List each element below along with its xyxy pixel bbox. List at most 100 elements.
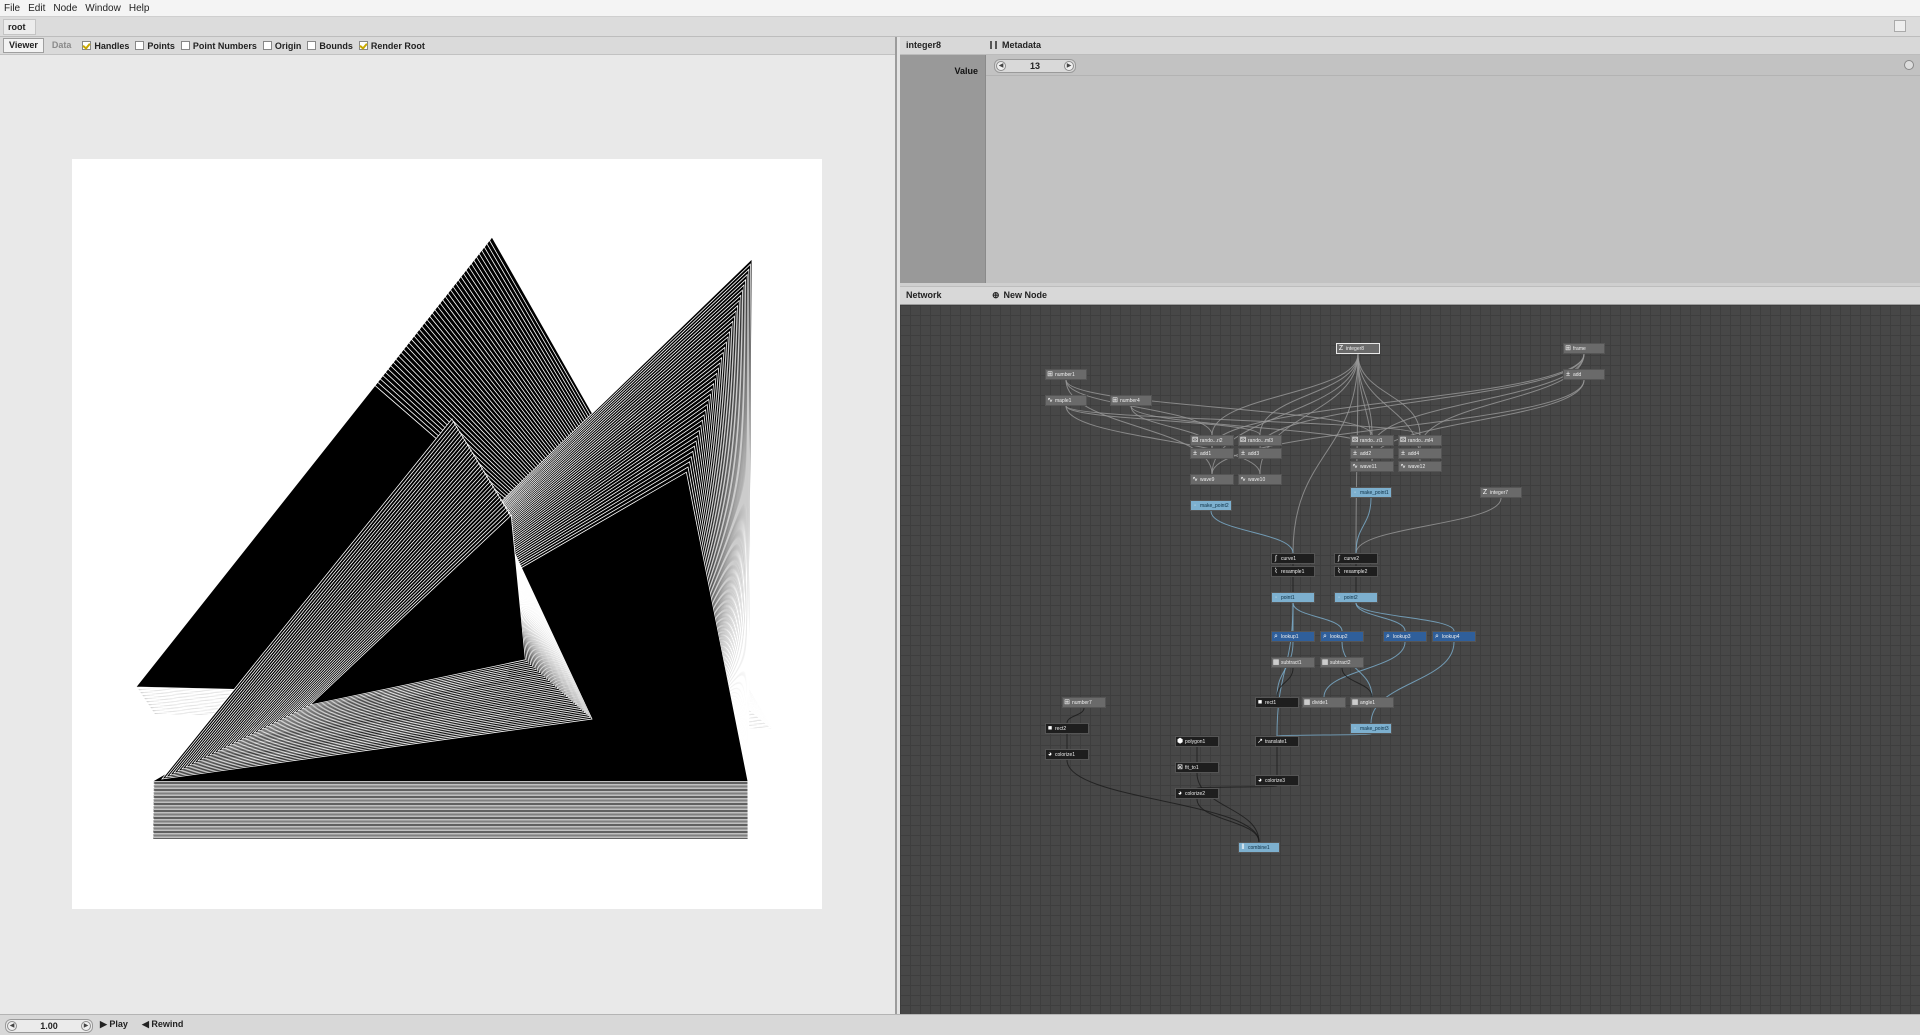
- node-rect2[interactable]: ■ rect2: [1045, 723, 1089, 734]
- tab-viewer[interactable]: Viewer: [3, 38, 44, 53]
- node-label: frame: [1573, 346, 1586, 352]
- node-label: lookup2: [1330, 634, 1348, 640]
- node-point1[interactable]: · point1: [1271, 592, 1315, 603]
- new-node-button[interactable]: ⊕ New Node: [992, 290, 1047, 301]
- node-label: add4: [1408, 451, 1420, 457]
- points-checkbox[interactable]: [135, 41, 145, 50]
- node-resample2[interactable]: ⌇ resample2: [1334, 566, 1378, 577]
- rewind-button[interactable]: ◀ Rewind: [142, 1019, 183, 1030]
- viewer-canvas[interactable]: [72, 159, 822, 909]
- bounds-checkbox[interactable]: [307, 41, 317, 50]
- node-maple1[interactable]: ∿ maple1: [1045, 395, 1087, 406]
- node-rando---ri2[interactable]: ⚄ rando...ri2: [1190, 435, 1234, 446]
- frame-increment-icon[interactable]: ▶: [81, 1021, 91, 1031]
- node-wave11[interactable]: ∿ wave11: [1350, 461, 1394, 472]
- node-divide1[interactable]: ▦ divide1: [1302, 697, 1346, 708]
- frame-decrement-icon[interactable]: ◀: [7, 1021, 17, 1031]
- subtract-icon: ▦: [1272, 659, 1280, 666]
- node-add[interactable]: ± add: [1563, 369, 1605, 380]
- node-label: maple1: [1055, 398, 1072, 404]
- render-root-checkbox[interactable]: [358, 41, 368, 50]
- option-point-numbers[interactable]: Point Numbers: [180, 41, 257, 51]
- node-label: number4: [1120, 398, 1140, 404]
- node-colorize3[interactable]: ◕ colorize3: [1255, 775, 1299, 786]
- option-points[interactable]: Points: [135, 41, 175, 51]
- node-lookup1[interactable]: ⌕ lookup1: [1271, 631, 1315, 642]
- node-wave12[interactable]: ∿ wave12: [1398, 461, 1442, 472]
- value-stepper[interactable]: 13 ◀ ▶: [994, 59, 1076, 73]
- tab-data[interactable]: Data: [47, 39, 77, 52]
- network-view[interactable]: Zinteger8 ⊞ frame ± add ⊞ number1 ∿ maple1 ⊞ numbe…: [900, 305, 1920, 1014]
- connection-wire: [1196, 772, 1260, 843]
- node-colorize1[interactable]: ◕ colorize1: [1045, 749, 1089, 760]
- menu-help[interactable]: Help: [125, 3, 154, 14]
- decrement-icon[interactable]: ◀: [996, 61, 1006, 71]
- node-number4[interactable]: ⊞ number4: [1110, 395, 1152, 406]
- node-add3[interactable]: ± add3: [1238, 448, 1282, 459]
- node-subtract1[interactable]: ▦ subtract1: [1271, 657, 1315, 668]
- option-bounds[interactable]: Bounds: [307, 41, 353, 51]
- node-frame[interactable]: ⊞ frame: [1563, 343, 1605, 354]
- node-curve2[interactable]: ∫ curve2: [1334, 553, 1378, 564]
- play-button[interactable]: ▶ Play: [100, 1019, 128, 1030]
- node-integer7[interactable]: Zinteger7: [1480, 487, 1522, 498]
- menu-window[interactable]: Window: [81, 3, 125, 14]
- value-field[interactable]: 13: [995, 60, 1075, 72]
- node-number7[interactable]: ⊞ number7: [1062, 697, 1106, 708]
- node-lookup3[interactable]: ⌕ lookup3: [1383, 631, 1427, 642]
- node-make-point2[interactable]: · make_point2: [1190, 500, 1232, 511]
- address-bar-button[interactable]: [1894, 20, 1906, 32]
- metadata-label: Metadata: [1002, 40, 1042, 50]
- menu-node[interactable]: Node: [49, 3, 81, 14]
- menu-file[interactable]: File: [0, 3, 24, 14]
- node-wave9[interactable]: ∿ wave9: [1190, 474, 1234, 485]
- node-make-point1[interactable]: · make_point1: [1350, 487, 1392, 498]
- node-polygon1[interactable]: ⬢ polygon1: [1175, 736, 1219, 747]
- node-lookup4[interactable]: ⌕ lookup4: [1432, 631, 1476, 642]
- breadcrumb-root[interactable]: root: [3, 19, 36, 35]
- node-rect1[interactable]: ■ rect1: [1255, 697, 1299, 708]
- node-fit-to1[interactable]: ⊠ fit_to1: [1175, 762, 1219, 773]
- node-wave10[interactable]: ∿ wave10: [1238, 474, 1282, 485]
- node-rando---ri1[interactable]: ⚄ rando...ri1: [1350, 435, 1394, 446]
- node-lookup2[interactable]: ⌕ lookup2: [1320, 631, 1364, 642]
- fit-icon: ⊠: [1177, 764, 1183, 771]
- node-translate1[interactable]: ↗ translate1: [1255, 736, 1299, 747]
- handles-checkbox[interactable]: [82, 41, 92, 50]
- node-colorize2[interactable]: ◕ colorize2: [1175, 788, 1219, 799]
- random-icon: ⚄: [1191, 437, 1199, 444]
- node-subtract2[interactable]: ▦ subtract2: [1320, 657, 1364, 668]
- node-number1[interactable]: ⊞ number1: [1045, 369, 1087, 380]
- metadata-button[interactable]: Metadata: [990, 40, 1041, 50]
- frame-field[interactable]: 1.00: [6, 1020, 92, 1032]
- node-add4[interactable]: ± add4: [1398, 448, 1442, 459]
- node-integer8[interactable]: Zinteger8: [1336, 343, 1380, 354]
- node-angle1[interactable]: ▦ angle1: [1350, 697, 1394, 708]
- node-rando---ml4[interactable]: ⚄ rando...ml4: [1398, 435, 1442, 446]
- ports-menu-icon[interactable]: [1904, 60, 1914, 70]
- connection-wire: [1196, 798, 1260, 843]
- node-point2[interactable]: · point2: [1334, 592, 1378, 603]
- option-origin[interactable]: Origin: [262, 41, 301, 51]
- divide-icon: ▦: [1303, 699, 1311, 706]
- origin-checkbox[interactable]: [262, 41, 272, 50]
- node-make-point3[interactable]: · make_point3: [1350, 723, 1392, 734]
- random-icon: ⚄: [1351, 437, 1359, 444]
- node-rando---ml3[interactable]: ⚄ rando...ml3: [1238, 435, 1282, 446]
- point-numbers-checkbox[interactable]: [180, 41, 190, 50]
- option-render-root[interactable]: Render Root: [358, 41, 425, 51]
- node-resample1[interactable]: ⌇ resample1: [1271, 566, 1315, 577]
- menu-edit[interactable]: Edit: [24, 3, 49, 14]
- port-value-row: 13 ◀ ▶: [986, 55, 1920, 76]
- node-label: wave9: [1200, 477, 1215, 483]
- increment-icon[interactable]: ▶: [1064, 61, 1074, 71]
- address-bar: root: [0, 17, 1920, 37]
- node-add1[interactable]: ± add1: [1190, 448, 1234, 459]
- frame-stepper[interactable]: 1.00 ◀ ▶: [5, 1019, 93, 1033]
- network-title: Network: [906, 290, 942, 300]
- add-icon: ±: [1241, 450, 1245, 457]
- option-handles[interactable]: Handles: [82, 41, 129, 51]
- node-curve1[interactable]: ∫ curve1: [1271, 553, 1315, 564]
- node-combine1[interactable]: ⫴ combine1: [1238, 842, 1280, 853]
- node-add2[interactable]: ± add2: [1350, 448, 1394, 459]
